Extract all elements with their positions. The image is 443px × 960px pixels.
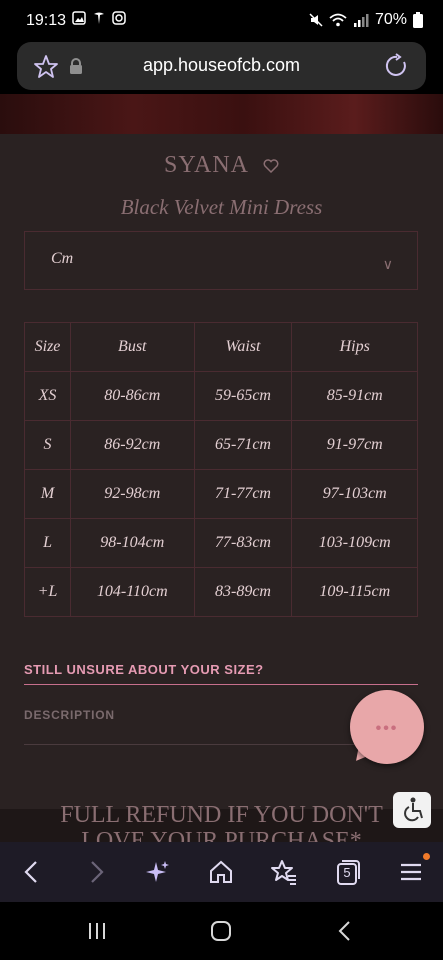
accessibility-button[interactable] [393,792,431,828]
table-cell: 92-98cm [70,469,195,519]
table-cell: L [23,518,72,568]
table-cell: 83-89cm [193,567,293,617]
description-accordion[interactable]: DESCRIPTION [24,708,115,722]
table-row: L 98-104cm 77-83cm 103-109cm [23,518,418,568]
table-cell: 91-97cm [291,420,418,470]
header-cell: Hips [291,322,418,372]
heart-icon[interactable] [263,159,279,174]
sparkle-icon[interactable] [144,858,172,886]
table-cell: XS [23,371,72,421]
table-cell: 59-65cm [193,371,293,421]
instagram-icon [112,11,126,25]
table-cell: 109-115cm [291,567,418,617]
divider [24,684,418,685]
notification-dot [423,853,430,860]
tesla-icon [94,12,104,24]
refund-banner: FULL REFUND IF YOU DON'T LOVE YOUR PURCH… [0,802,443,842]
table-cell: 97-103cm [291,469,418,519]
battery-percent: 70% [374,11,407,28]
table-cell: 65-71cm [193,420,293,470]
table-cell: 77-83cm [193,518,293,568]
status-time: 19:13 [26,12,67,29]
table-cell: 103-109cm [291,518,418,568]
table-row: XS 80-86cm 59-65cm 85-91cm [23,371,418,421]
menu-icon[interactable] [397,858,425,886]
chat-button[interactable]: ••• [350,690,424,764]
product-name: Black Velvet Mini Dress [120,195,323,219]
gallery-icon [72,11,86,25]
table-cell: S [23,420,72,470]
table-row: +L 104-110cm 83-89cm 109-115cm [23,567,418,617]
refund-line-2: LOVE YOUR PURCHASE* [81,828,362,842]
table-cell: +L [23,567,72,617]
header-cell: Bust [70,322,195,372]
tab-count: 5 [343,865,351,880]
divider [24,744,354,745]
unit-select-value: Cm [51,250,74,267]
url-text[interactable]: app.houseofcb.com [17,55,426,76]
table-cell: 71-77cm [193,469,293,519]
browser-toolbar: 5 [0,842,443,902]
system-nav-bar [0,902,443,960]
bookmarks-icon[interactable] [270,858,298,886]
status-bar: 19:13 70% [0,0,443,40]
address-bar[interactable]: app.houseofcb.com [17,42,426,90]
home-icon[interactable] [207,858,235,886]
notification-icons [72,11,126,25]
table-row: M 92-98cm 71-77cm 97-103cm [23,469,418,519]
system-back-icon[interactable] [334,920,356,942]
table-cell: 85-91cm [291,371,418,421]
table-cell: M [23,469,72,519]
header-cell: Waist [193,322,293,372]
brand-row: SYANA [0,152,443,179]
wheelchair-icon [404,797,423,822]
size-chart-table: Size Bust Waist Hips XS 80-86cm 59-65cm … [23,322,418,617]
signal-icon [353,14,369,27]
table-cell: 104-110cm [70,567,195,617]
table-cell: 86-92cm [70,420,195,470]
table-cell: 98-104cm [70,518,195,568]
unit-select[interactable]: Cm ∨ [24,231,418,290]
chevron-down-icon: ∨ [382,256,393,272]
brand-name: SYANA [163,152,249,178]
wifi-icon [329,13,347,27]
reload-icon[interactable] [384,53,410,79]
recent-apps-icon[interactable] [86,920,108,942]
web-page: SYANA Black Velvet Mini Dress Cm ∨ Size … [0,94,443,842]
table-header-row: Size Bust Waist Hips [23,322,418,372]
hero-image [0,94,443,134]
size-help-link[interactable]: STILL UNSURE ABOUT YOUR SIZE? [24,662,264,677]
chat-dots: ••• [375,720,399,737]
back-icon[interactable] [18,858,46,886]
forward-icon[interactable] [82,858,110,886]
home-button-icon[interactable] [210,920,232,942]
mute-icon [309,13,323,27]
header-cell: Size [23,322,72,372]
refund-line-1: FULL REFUND IF YOU DON'T [60,802,383,828]
table-row: S 86-92cm 65-71cm 91-97cm [23,420,418,470]
status-right: 70% [309,11,423,29]
battery-icon [413,12,423,28]
table-cell: 80-86cm [70,371,195,421]
